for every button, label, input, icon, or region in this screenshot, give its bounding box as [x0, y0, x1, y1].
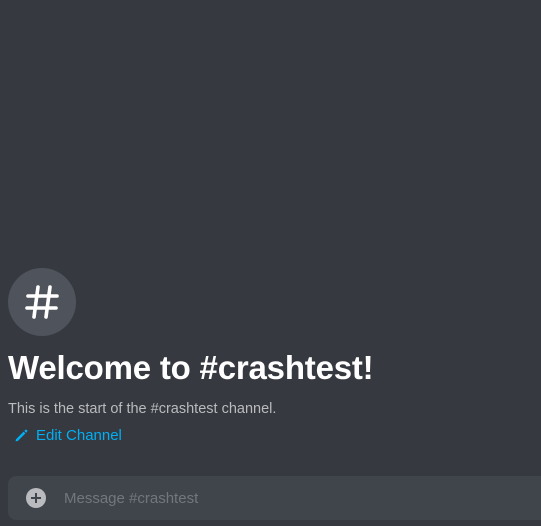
message-input[interactable] [64, 486, 541, 510]
chat-pane: Welcome to #crashtest! This is the start… [0, 0, 541, 526]
hashtag-icon [23, 283, 61, 321]
edit-channel-label: Edit Channel [36, 427, 122, 444]
attach-button[interactable] [26, 488, 46, 508]
welcome-title: Welcome to #crashtest! [8, 349, 374, 386]
channel-welcome: Welcome to #crashtest! This is the start… [8, 268, 538, 418]
pencil-icon [14, 429, 36, 443]
edit-channel-button[interactable]: Edit Channel [14, 426, 122, 446]
welcome-subtitle: This is the start of the #crashtest chan… [8, 401, 277, 417]
channel-avatar [8, 268, 76, 336]
plus-circle-icon [31, 493, 41, 503]
message-composer [8, 476, 541, 520]
